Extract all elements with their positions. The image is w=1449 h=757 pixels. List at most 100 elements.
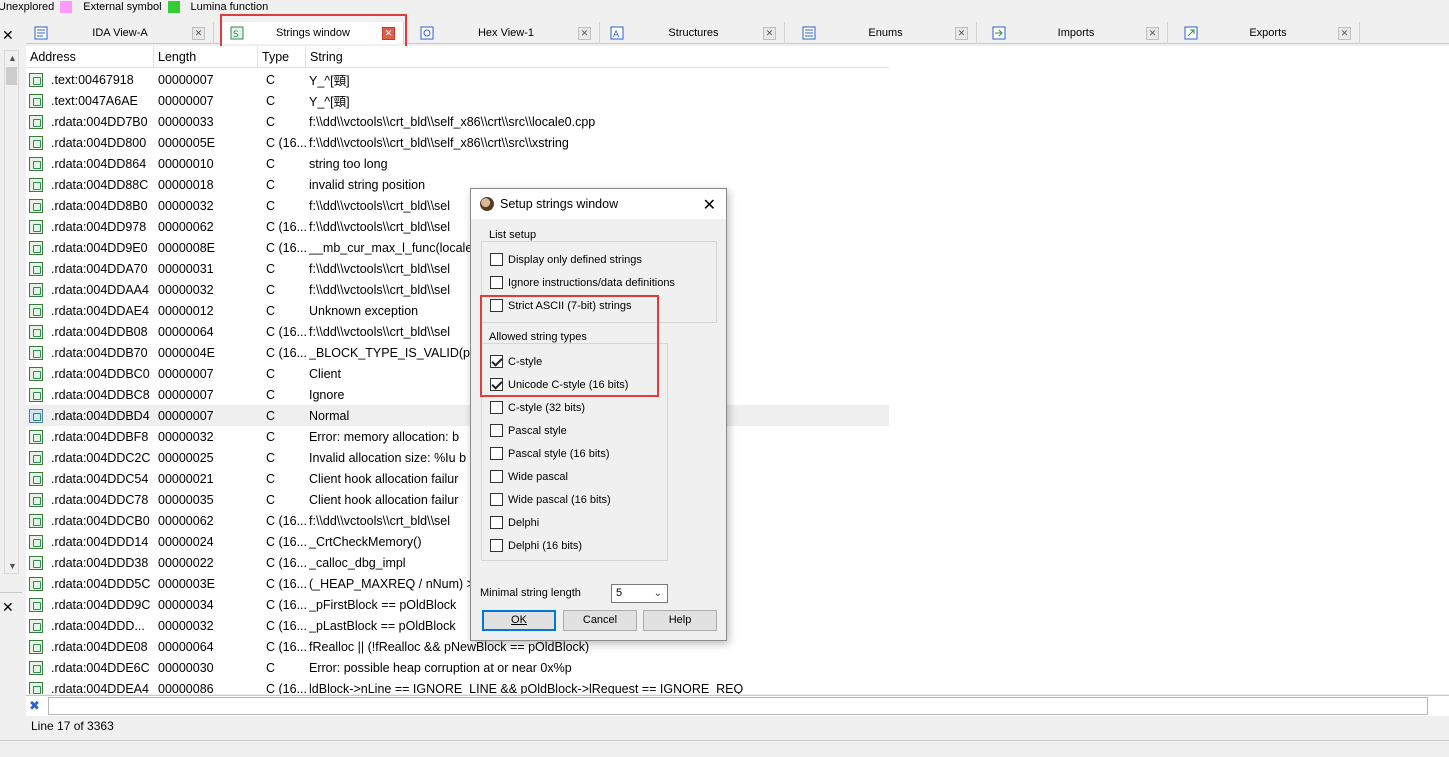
tab-enums[interactable]: Enums ✕ xyxy=(794,22,977,44)
close-icon[interactable]: ✕ xyxy=(703,195,716,215)
checkbox-string-type[interactable]: C-style (32 bits) xyxy=(490,401,585,414)
cell-address: .rdata:004DDC2C xyxy=(51,450,151,465)
checkbox-box[interactable] xyxy=(490,401,503,414)
table-row[interactable]: .rdata:004DD9E0 0000008E C (16... __mb_cur_… xyxy=(26,237,889,258)
cell-address: .rdata:004DDC54 xyxy=(51,471,149,486)
checkbox-display-defined[interactable]: Display only defined strings xyxy=(490,253,642,266)
table-row[interactable]: .rdata:004DDBC0 00000007 C Client xyxy=(26,363,889,384)
checkbox-box[interactable] xyxy=(490,424,503,437)
table-row[interactable]: .rdata:004DD800 0000005E C (16... f:\\dd\\v… xyxy=(26,132,889,153)
status-line: Line 17 of 3363 xyxy=(26,716,1449,736)
table-row[interactable]: .rdata:004DDB70 0000004E C (16... _BLOCK_TY… xyxy=(26,342,889,363)
close-icon[interactable]: ✕ xyxy=(192,26,205,40)
tab-imports[interactable]: Imports ✕ xyxy=(984,22,1168,44)
table-row[interactable]: .rdata:004DDBD4 00000007 C Normal xyxy=(26,405,889,426)
string-icon xyxy=(29,261,43,276)
cell-address: .text:0047A6AE xyxy=(51,93,138,108)
column-header-string[interactable]: String xyxy=(306,46,889,67)
checkbox-string-type[interactable]: Delphi xyxy=(490,516,539,529)
table-row[interactable]: .rdata:004DD8B0 00000032 Cf:\\dd\\vctools\… xyxy=(26,195,889,216)
bottom-strip xyxy=(0,740,1449,757)
checkbox-box[interactable] xyxy=(490,447,503,460)
table-row[interactable]: .rdata:004DDE6C 00000030 C Error: possible … xyxy=(26,657,889,678)
table-row[interactable]: .rdata:004DDD... 00000032 C (16... _pLastBl… xyxy=(26,615,889,636)
checkbox-string-type[interactable]: Pascal style xyxy=(490,424,567,437)
min-length-select[interactable]: 5 ⌄ xyxy=(611,584,668,603)
table-row[interactable]: .rdata:004DDEA4 00000086 C (16... ldBlock->… xyxy=(26,678,889,694)
checkbox-box[interactable] xyxy=(490,539,503,552)
checkbox-ignore-instructions[interactable]: Ignore instructions/data definitions xyxy=(490,276,675,289)
checkbox-string-type[interactable]: Wide pascal (16 bits) xyxy=(490,493,611,506)
checkbox-box[interactable] xyxy=(490,253,503,266)
table-row[interactable]: .rdata:004DDD38 00000022 C (16... _calloc_d… xyxy=(26,552,889,573)
table-row[interactable]: .rdata:004DDAE4 00000012 C Unknown exceptio… xyxy=(26,300,889,321)
string-icon xyxy=(29,219,43,234)
string-icon xyxy=(29,156,43,171)
table-row[interactable]: .rdata:004DD88C 00000018 Cinvalid string p… xyxy=(26,174,889,195)
list-setup-label: List setup xyxy=(487,229,539,241)
cell-length: 00000007 xyxy=(158,408,214,423)
tab-ida-view-a[interactable]: IDA View-A ✕ xyxy=(26,22,214,44)
table-row[interactable]: .rdata:004DDD14 00000024 C (16... _CrtCheck… xyxy=(26,531,889,552)
tab-exports[interactable]: Exports ✕ xyxy=(1176,22,1360,44)
checkbox-box[interactable] xyxy=(490,470,503,483)
checkbox-box[interactable] xyxy=(490,516,503,529)
table-row[interactable]: .rdata:004DDD5C 0000003E C (16... (_HEAP_MA… xyxy=(26,573,889,594)
close-icon[interactable]: ✕ xyxy=(2,27,14,44)
tab-hex-view-1[interactable]: Hex View-1 ✕ xyxy=(412,22,600,44)
table-row[interactable]: .rdata:004DDBF8 00000032 C Error: memory al… xyxy=(26,426,889,447)
table-row[interactable]: .rdata:004DDA70 00000031 Cf:\\dd\\vctools\… xyxy=(26,258,889,279)
tab-structures[interactable]: A Structures ✕ xyxy=(602,22,785,44)
table-row[interactable]: .rdata:004DDC54 00000021 C Client hook allo… xyxy=(26,468,889,489)
cell-address: .rdata:004DDBF8 xyxy=(51,429,149,444)
table-row[interactable]: .rdata:004DDD9C 00000034 C (16... _pFirstBl… xyxy=(26,594,889,615)
cell-address: .rdata:004DD864 xyxy=(51,156,147,171)
cell-address: .rdata:004DDB08 xyxy=(51,324,148,339)
help-button[interactable]: Help xyxy=(643,610,717,631)
checkbox-string-type[interactable]: Pascal style (16 bits) xyxy=(490,447,609,460)
scroll-thumb[interactable] xyxy=(6,67,17,85)
column-header-type[interactable]: Type xyxy=(258,46,306,67)
vertical-scrollbar[interactable]: ▲ ▼ xyxy=(4,50,19,574)
cell-address: .rdata:004DDD38 xyxy=(51,555,149,570)
close-icon[interactable]: ✕ xyxy=(2,599,14,616)
ok-button[interactable]: OK xyxy=(482,610,556,631)
cell-type: C (16... xyxy=(266,513,307,528)
table-row[interactable]: .rdata:004DDE08 00000064 C (16... fRealloc … xyxy=(26,636,889,657)
checkbox-box[interactable] xyxy=(490,276,503,289)
checkbox-string-type[interactable]: Wide pascal xyxy=(490,470,568,483)
close-icon[interactable]: ✕ xyxy=(763,26,776,40)
string-icon xyxy=(29,135,43,150)
column-header-address[interactable]: Address xyxy=(26,46,154,67)
checkbox-label: Display only defined strings xyxy=(508,253,642,266)
checkbox-box[interactable] xyxy=(490,493,503,506)
cell-address: .rdata:004DDD9C xyxy=(51,597,151,612)
cancel-button[interactable]: Cancel xyxy=(563,610,637,631)
checkbox-label: Wide pascal xyxy=(508,470,568,483)
table-row[interactable]: .rdata:004DDC2C 00000025 C Invalid allocati… xyxy=(26,447,889,468)
close-icon[interactable]: ✖ xyxy=(29,698,40,714)
scroll-up-icon[interactable]: ▲ xyxy=(8,53,17,63)
table-row[interactable]: .rdata:004DDB08 00000064 C (16... f:\\dd\\v… xyxy=(26,321,889,342)
command-input[interactable] xyxy=(48,697,1428,715)
table-row[interactable]: .rdata:004DD864 00000010 Cstring too long xyxy=(26,153,889,174)
close-icon[interactable]: ✕ xyxy=(1146,26,1159,40)
table-row[interactable]: .rdata:004DDAA4 00000032 Cf:\\dd\\vctools\… xyxy=(26,279,889,300)
dialog-titlebar: Setup strings window ✕ xyxy=(471,189,726,219)
scroll-down-icon[interactable]: ▼ xyxy=(8,561,17,571)
table-row[interactable]: .text:00467918 00000007 C Y_^[頸] xyxy=(26,69,889,90)
close-icon[interactable]: ✕ xyxy=(1338,26,1351,40)
checkbox-string-type[interactable]: Delphi (16 bits) xyxy=(490,539,582,552)
table-row[interactable]: .rdata:004DDC78 00000035 C Client hook allo… xyxy=(26,489,889,510)
table-row[interactable]: .rdata:004DD978 00000062 C (16... f:\\dd\\v… xyxy=(26,216,889,237)
close-icon[interactable]: ✕ xyxy=(578,26,591,40)
table-row[interactable]: .rdata:004DD7B0 00000033 Cf:\\dd\\vctools\… xyxy=(26,111,889,132)
close-icon[interactable]: ✕ xyxy=(955,26,968,40)
table-row[interactable]: .text:0047A6AE 00000007 C Y_^[頸] xyxy=(26,90,889,111)
string-icon xyxy=(29,555,43,570)
string-icon xyxy=(29,177,43,192)
table-row[interactable]: .rdata:004DDBC8 00000007 C Ignore xyxy=(26,384,889,405)
legend-lumina: Lumina function xyxy=(191,1,269,13)
table-row[interactable]: .rdata:004DDCB0 00000062 C (16... f:\\dd\\v… xyxy=(26,510,889,531)
column-header-length[interactable]: Length xyxy=(154,46,258,67)
